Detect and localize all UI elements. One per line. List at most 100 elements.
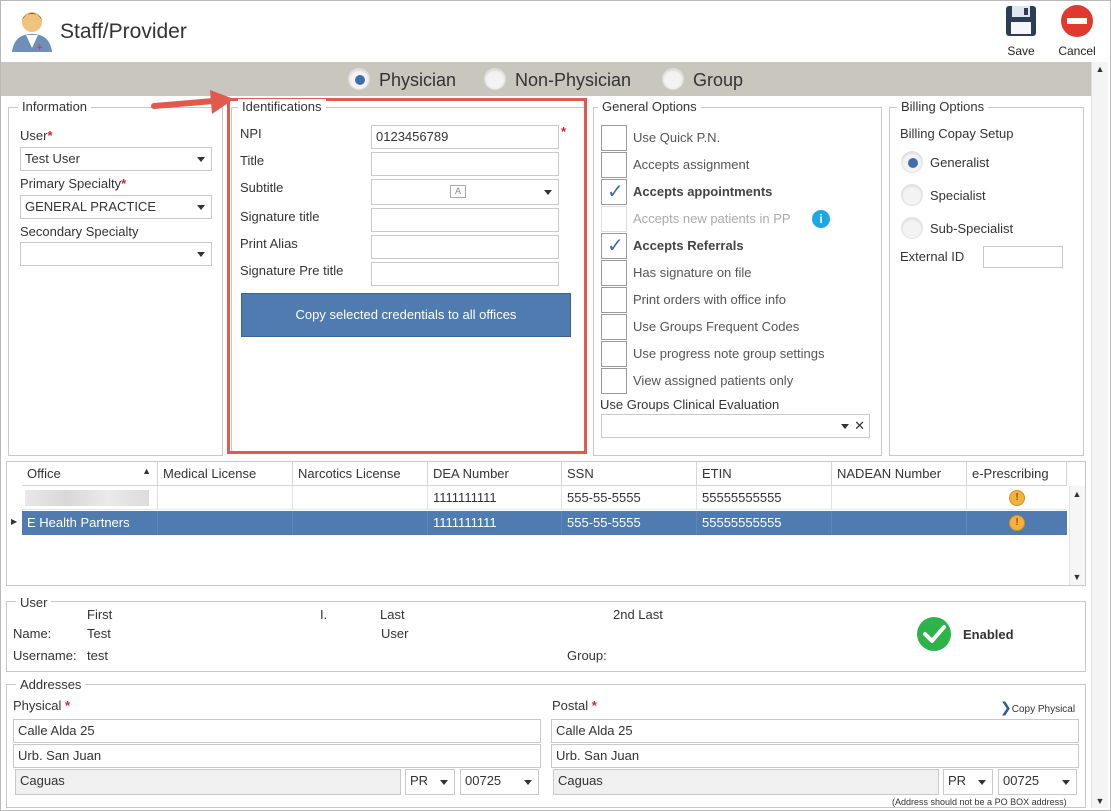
option-checkbox[interactable]: ✓: [601, 233, 627, 259]
postal-state-select[interactable]: PR: [943, 769, 993, 795]
non-physician-label[interactable]: Non-Physician: [515, 70, 631, 91]
postal-city-input[interactable]: Caguas: [553, 769, 939, 795]
option-label[interactable]: Print orders with office info: [633, 292, 786, 307]
e-prescribing-warning-icon[interactable]: !: [1009, 490, 1025, 506]
option-checkbox[interactable]: [601, 206, 627, 232]
postal-zip-select[interactable]: 00725: [998, 769, 1077, 795]
sub-specialist-label[interactable]: Sub-Specialist: [930, 221, 1013, 236]
column-header-etin[interactable]: ETIN: [697, 462, 832, 486]
option-label[interactable]: Use progress note group settings: [633, 346, 825, 361]
postal-line1-input[interactable]: Calle Alda 25: [551, 719, 1079, 743]
physical-state-select[interactable]: PR: [405, 769, 455, 795]
subtitle-select[interactable]: A: [371, 179, 559, 205]
etin-cell: 55555555555: [697, 511, 832, 535]
grid-scrollbar[interactable]: [1069, 486, 1085, 585]
column-header-nadean-number[interactable]: NADEAN Number: [832, 462, 967, 486]
column-header-ssn[interactable]: SSN: [562, 462, 697, 486]
sub-specialist-radio[interactable]: [901, 217, 923, 239]
external-id-input[interactable]: [983, 246, 1063, 268]
signature-title-input[interactable]: [371, 208, 559, 232]
physical-line2-input[interactable]: Urb. San Juan: [13, 744, 541, 768]
specialist-radio[interactable]: [901, 184, 923, 206]
general-options-legend: General Options: [598, 99, 701, 114]
ssn-cell: 555-55-5555: [562, 486, 697, 510]
physical-line1-input[interactable]: Calle Alda 25: [13, 719, 541, 743]
checkmark-circle-icon: [917, 617, 951, 651]
table-row-selected[interactable]: E Health Partners 1111111111 555-55-5555…: [22, 511, 1067, 535]
option-checkbox[interactable]: [601, 260, 627, 286]
info-icon[interactable]: i: [812, 210, 830, 228]
dea-number-cell: 1111111111: [428, 511, 562, 535]
clear-icon[interactable]: ✕: [854, 418, 865, 434]
chevron-down-icon: [197, 205, 205, 210]
chevron-right-icon: ❯: [1000, 699, 1012, 715]
column-header-narcotics-license[interactable]: Narcotics License: [293, 462, 428, 486]
first-header: First: [87, 607, 113, 622]
npi-input[interactable]: 0123456789: [371, 125, 559, 149]
medical-license-cell: [158, 511, 293, 535]
column-header-dea-number[interactable]: DEA Number: [428, 462, 562, 486]
page-title: Staff/Provider: [60, 20, 187, 43]
option-checkbox[interactable]: ✓: [601, 179, 627, 205]
scroll-down-icon[interactable]: ▼: [1070, 572, 1084, 582]
non-physician-radio[interactable]: [484, 68, 506, 90]
title-input[interactable]: [371, 152, 559, 176]
signature-pre-title-input[interactable]: [371, 262, 559, 286]
group-radio[interactable]: [662, 68, 684, 90]
po-box-note: (Address should not be a PO BOX address): [892, 797, 1067, 807]
chevron-down-icon[interactable]: [841, 424, 849, 429]
nadean-cell: [832, 511, 967, 535]
specialist-label[interactable]: Specialist: [930, 188, 986, 203]
chevron-down-icon: [197, 252, 205, 257]
vertical-scrollbar[interactable]: [1091, 62, 1108, 808]
cancel-label: Cancel: [1058, 44, 1096, 58]
option-checkbox[interactable]: [601, 125, 627, 151]
option-label[interactable]: Accepts new patients in PP: [633, 211, 791, 226]
secondary-specialty-select[interactable]: [20, 242, 212, 266]
physician-radio[interactable]: [348, 68, 370, 90]
option-label[interactable]: Accepts Referrals: [633, 238, 744, 253]
e-prescribing-warning-icon[interactable]: !: [1009, 515, 1025, 531]
option-label[interactable]: Accepts appointments: [633, 184, 772, 199]
last-name-value: User: [381, 626, 409, 641]
option-label[interactable]: Accepts assignment: [633, 157, 749, 172]
clinical-eval-select[interactable]: ✕: [601, 414, 870, 438]
option-label[interactable]: Has signature on file: [633, 265, 752, 280]
chevron-down-icon: [440, 780, 448, 785]
external-id-label: External ID: [900, 249, 965, 264]
copy-credentials-button[interactable]: Copy selected credentials to all offices: [241, 293, 571, 337]
option-checkbox[interactable]: [601, 287, 627, 313]
signature-title-label: Signature title: [240, 209, 320, 224]
print-alias-input[interactable]: [371, 235, 559, 259]
column-header-e-prescribing[interactable]: e-Prescribing: [967, 462, 1067, 486]
option-checkbox[interactable]: [601, 152, 627, 178]
option-checkbox[interactable]: [601, 314, 627, 340]
table-row[interactable]: 1111111111 555-55-5555 55555555555 !: [22, 486, 1067, 510]
generalist-radio[interactable]: [901, 151, 923, 173]
primary-specialty-select[interactable]: GENERAL PRACTICE: [20, 195, 212, 219]
column-header-office[interactable]: Office ▲: [22, 462, 158, 486]
option-checkbox[interactable]: [601, 368, 627, 394]
option-label[interactable]: View assigned patients only: [633, 373, 793, 388]
scroll-down-icon[interactable]: ▼: [1093, 796, 1107, 806]
option-label[interactable]: Use Groups Frequent Codes: [633, 319, 799, 334]
information-legend: Information: [18, 99, 92, 114]
column-header-medical-license[interactable]: Medical License: [158, 462, 293, 486]
option-label[interactable]: Use Quick P.N.: [633, 130, 720, 145]
physical-city-input[interactable]: Caguas: [15, 769, 401, 795]
scroll-up-icon[interactable]: ▲: [1093, 64, 1107, 74]
copy-physical-button[interactable]: ❯Copy Physical: [1000, 699, 1075, 716]
physical-zip-select[interactable]: 00725: [460, 769, 539, 795]
postal-line2-input[interactable]: Urb. San Juan: [551, 744, 1079, 768]
checkmark-icon: ✓: [607, 235, 624, 257]
save-button[interactable]: Save: [1000, 4, 1042, 58]
option-checkbox[interactable]: [601, 341, 627, 367]
cancel-button[interactable]: Cancel: [1056, 4, 1098, 58]
physician-label[interactable]: Physician: [379, 70, 456, 91]
second-last-header: 2nd Last: [613, 607, 663, 622]
group-label[interactable]: Group: [693, 70, 743, 91]
narcotics-license-cell: [293, 511, 428, 535]
scroll-up-icon[interactable]: ▲: [1070, 489, 1084, 499]
user-select[interactable]: Test User: [20, 147, 212, 171]
generalist-label[interactable]: Generalist: [930, 155, 989, 170]
